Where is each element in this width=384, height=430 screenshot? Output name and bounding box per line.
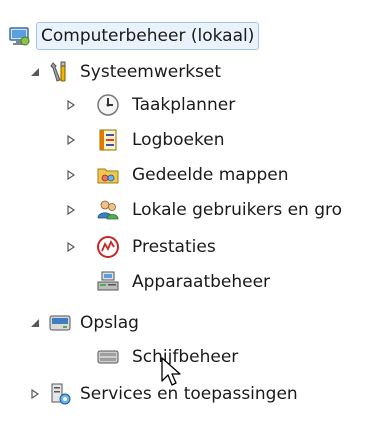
disk-management-icon — [96, 345, 120, 369]
tree-node-label: Apparaatbeheer — [132, 272, 271, 292]
storage-icon — [48, 311, 72, 335]
tree-node-label: Lokale gebruikers en gro — [132, 200, 343, 220]
tree-node-lokale-gebruikers[interactable]: Lokale gebruikers en gro — [0, 195, 384, 225]
tools-icon — [48, 60, 72, 84]
event-viewer-icon — [96, 128, 120, 152]
tree-node-computer-management[interactable]: Computerbeheer (lokaal) — [0, 22, 384, 52]
tree-node-opslag[interactable]: Opslag — [0, 308, 384, 338]
users-icon — [96, 198, 120, 222]
tree-node-label: Gedeelde mappen — [132, 165, 289, 185]
mouse-pointer-icon — [161, 357, 181, 386]
expand-arrow-icon[interactable] — [64, 203, 78, 217]
tree-node-schijfbeheer[interactable]: Schijfbeheer — [0, 342, 384, 372]
clock-icon — [96, 93, 120, 117]
tree-node-label: Prestaties — [132, 237, 216, 257]
computer-management-icon — [8, 25, 32, 49]
tree-node-gedeelde-mappen[interactable]: Gedeelde mappen — [0, 160, 384, 190]
tree-node-label: Services en toepassingen — [80, 384, 298, 404]
expand-arrow-icon[interactable] — [28, 387, 42, 401]
tree-node-logboeken[interactable]: Logboeken — [0, 125, 384, 155]
expand-arrow-icon[interactable] — [64, 168, 78, 182]
tree-node-label: Systeemwerkset — [80, 62, 222, 82]
expand-arrow-icon[interactable] — [64, 98, 78, 112]
console-tree: Computerbeheer (lokaal) Systeemwerkset T… — [0, 0, 384, 430]
tree-node-systeemwerkset[interactable]: Systeemwerkset — [0, 57, 384, 87]
expand-arrow-icon[interactable] — [28, 316, 42, 330]
performance-icon — [96, 235, 120, 259]
tree-node-label: Opslag — [80, 313, 139, 333]
tree-node-services[interactable]: Services en toepassingen — [0, 379, 384, 409]
shared-folders-icon — [96, 163, 120, 187]
services-icon — [48, 382, 72, 406]
tree-node-prestaties[interactable]: Prestaties — [0, 232, 384, 262]
tree-node-label: Logboeken — [132, 130, 225, 150]
expand-arrow-icon[interactable] — [64, 133, 78, 147]
expand-arrow-icon[interactable] — [28, 65, 42, 79]
tree-node-taakplanner[interactable]: Taakplanner — [0, 90, 384, 120]
tree-node-label: Taakplanner — [132, 95, 236, 115]
expand-arrow-icon[interactable] — [64, 240, 78, 254]
tree-node-label: Computerbeheer (lokaal) — [36, 22, 260, 50]
tree-node-apparaatbeheer[interactable]: Apparaatbeheer — [0, 267, 384, 297]
device-manager-icon — [96, 270, 120, 294]
